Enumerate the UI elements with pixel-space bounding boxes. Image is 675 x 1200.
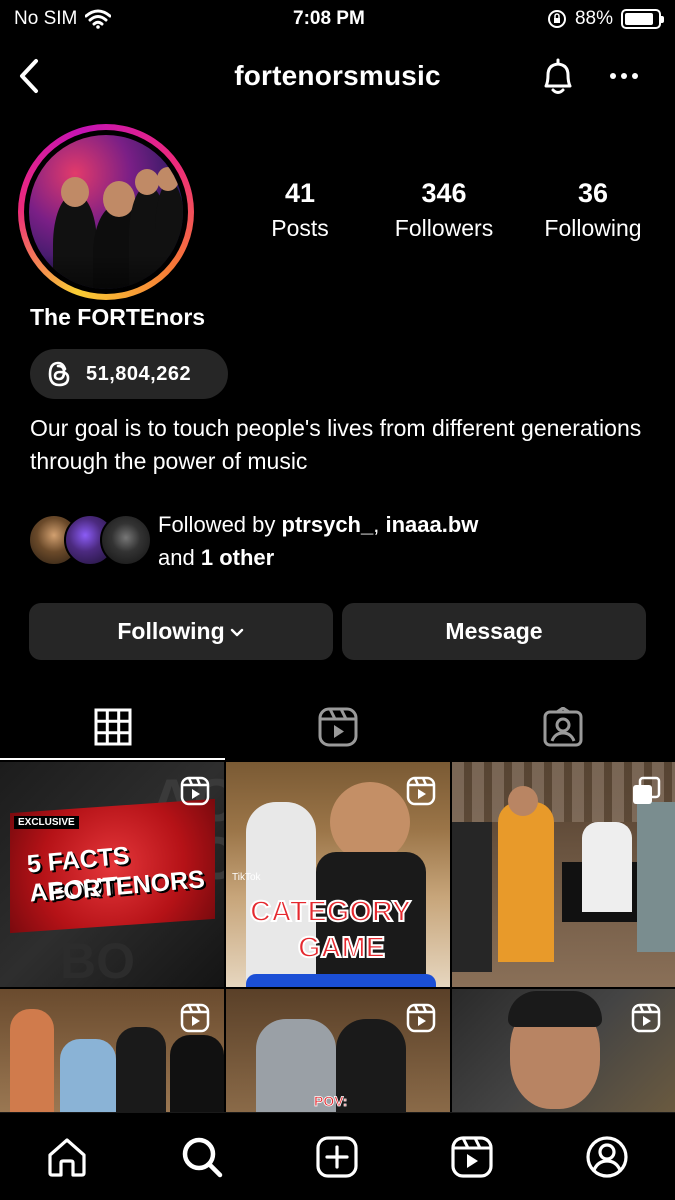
tab-tagged[interactable] — [450, 694, 675, 760]
grid-post-2[interactable]: TikTok CATEGORY GAME — [226, 762, 450, 987]
status-bar: No SIM 7:08 PM 88% — [0, 0, 675, 38]
more-options-icon[interactable] — [604, 56, 644, 96]
bottom-tab-bar — [0, 1112, 675, 1200]
following-label: Following — [544, 215, 642, 241]
mutual-separator: , — [373, 512, 386, 537]
reel-badge-icon — [406, 1003, 436, 1033]
profile-avatar-story-ring[interactable] — [18, 124, 194, 300]
posts-count: 41 — [284, 178, 316, 208]
posts-grid: ACNO EXCLUSIVE 5 FACTS ABOUT FORTENORS B… — [0, 762, 675, 1112]
notification-bell-icon[interactable] — [537, 56, 579, 98]
tab-reels[interactable] — [225, 694, 450, 760]
reel-badge-icon — [631, 1003, 661, 1033]
grid-post-3[interactable] — [452, 762, 675, 987]
mutual-user-2: inaaa.bw — [385, 512, 479, 537]
stat-posts[interactable]: 41 Posts — [240, 178, 360, 242]
message-button[interactable]: Message — [342, 603, 646, 660]
profile-tabs — [0, 694, 675, 760]
reels-icon — [318, 707, 357, 747]
profile-stats: 41 Posts 346 Followers 36 Following — [240, 178, 660, 242]
wifi-icon — [85, 9, 112, 29]
profile-avatar — [29, 135, 183, 289]
search-icon[interactable] — [180, 1135, 224, 1179]
tab-posts[interactable] — [0, 694, 225, 760]
back-arrow-icon[interactable] — [12, 56, 48, 96]
status-time: 7:08 PM — [293, 8, 365, 29]
carousel-badge-icon — [633, 776, 661, 804]
post-2-title-line2: GAME — [297, 931, 386, 965]
following-count: 36 — [577, 178, 609, 208]
profile-bio: Our goal is to touch people's lives from… — [30, 415, 642, 474]
followed-by-and: and — [158, 545, 195, 570]
exclusive-badge: EXCLUSIVE — [14, 816, 79, 829]
post-2-title-line1: CATEGORY — [249, 895, 412, 929]
stat-followers[interactable]: 346 Followers — [360, 178, 528, 242]
reels-icon[interactable] — [450, 1135, 494, 1179]
followed-by-prefix: Followed by — [158, 512, 276, 537]
tagged-icon — [543, 707, 582, 747]
profile-username: fortenorsmusic — [234, 60, 441, 91]
grid-post-4[interactable] — [0, 989, 224, 1112]
carrier-label: No SIM — [14, 8, 78, 29]
create-icon[interactable] — [315, 1135, 359, 1179]
grid-icon — [94, 708, 131, 746]
grid-post-1[interactable]: ACNO EXCLUSIVE 5 FACTS ABOUT FORTENORS B… — [0, 762, 224, 987]
stat-following[interactable]: 36 Following — [528, 178, 658, 242]
posts-label: Posts — [271, 215, 329, 241]
followed-by-text[interactable]: Followed by ptrsych_, inaaa.bw and 1 oth… — [158, 508, 478, 574]
mutual-avatar-3 — [100, 514, 152, 566]
grid-post-5[interactable]: POV: — [226, 989, 450, 1112]
battery-icon — [621, 9, 664, 29]
profile-display-name: The FORTEnors — [30, 304, 206, 330]
message-button-label: Message — [445, 618, 543, 644]
reel-badge-icon — [180, 1003, 210, 1033]
reel-badge-icon — [406, 776, 436, 806]
threads-icon — [48, 361, 70, 387]
threads-count: 51,804,262 — [86, 362, 192, 385]
following-button[interactable]: Following — [29, 603, 333, 660]
reel-badge-icon — [180, 776, 210, 806]
followers-label: Followers — [394, 215, 494, 241]
grid-post-6[interactable] — [452, 989, 675, 1112]
profile-icon[interactable] — [585, 1135, 629, 1179]
orientation-lock-icon — [547, 10, 566, 28]
battery-percent: 88% — [574, 8, 613, 29]
post-5-caption: POV: — [314, 1093, 348, 1110]
followers-count: 346 — [421, 178, 467, 208]
chevron-down-icon — [230, 628, 243, 636]
profile-header: fortenorsmusic — [0, 46, 675, 106]
following-button-label: Following — [117, 618, 225, 644]
home-icon[interactable] — [45, 1135, 89, 1179]
mutual-user-1: ptrsych_ — [281, 512, 374, 537]
mutual-followers-avatars[interactable] — [28, 514, 152, 568]
mutual-others: 1 other — [200, 545, 275, 570]
post-2-watermark: TikTok — [232, 872, 261, 883]
tab-selected-indicator — [0, 758, 225, 760]
threads-badge[interactable]: 51,804,262 — [30, 349, 228, 399]
